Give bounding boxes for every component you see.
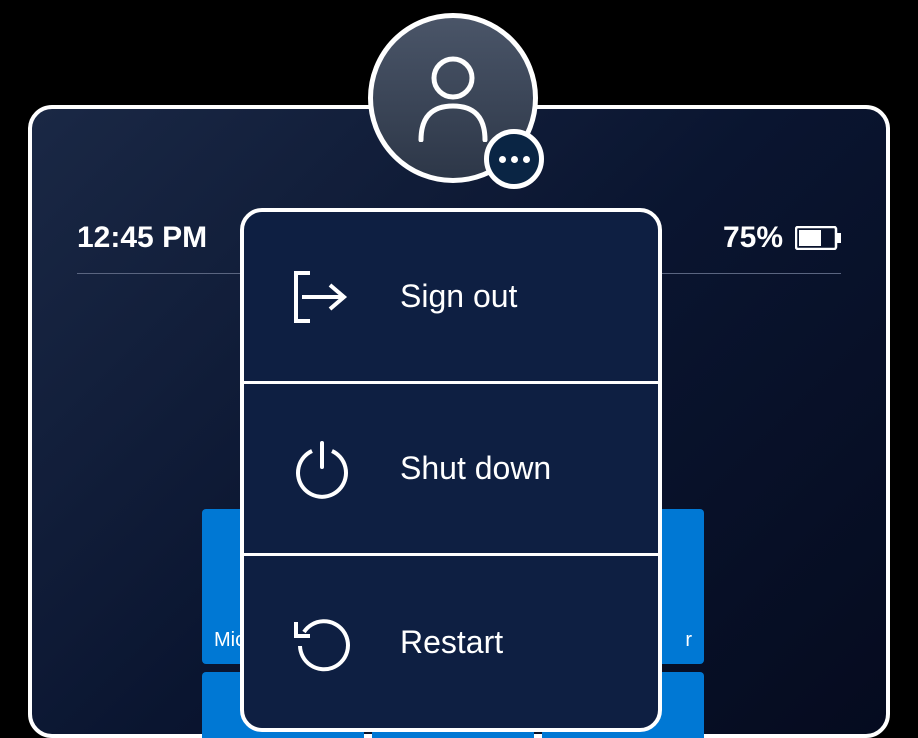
sign-out-icon <box>292 267 352 327</box>
shut-down-button[interactable]: Shut down <box>244 384 658 556</box>
dot-icon <box>499 156 506 163</box>
clock-time: 12:45 PM <box>77 221 207 255</box>
sign-out-label: Sign out <box>400 278 517 315</box>
person-icon <box>413 54 493 142</box>
power-menu: Sign out Shut down Restart <box>240 208 662 732</box>
dot-icon <box>523 156 530 163</box>
restart-button[interactable]: Restart <box>244 556 658 728</box>
dot-icon <box>511 156 518 163</box>
shut-down-label: Shut down <box>400 450 551 487</box>
more-options-button[interactable] <box>484 129 544 189</box>
restart-icon <box>292 612 352 672</box>
sign-out-button[interactable]: Sign out <box>244 212 658 384</box>
user-avatar-group <box>368 13 538 183</box>
battery-status: 75% <box>723 221 841 255</box>
battery-percent: 75% <box>723 221 783 255</box>
restart-label: Restart <box>400 624 503 661</box>
battery-icon <box>795 226 841 250</box>
tile-label: r <box>685 629 692 652</box>
power-icon <box>292 439 352 499</box>
